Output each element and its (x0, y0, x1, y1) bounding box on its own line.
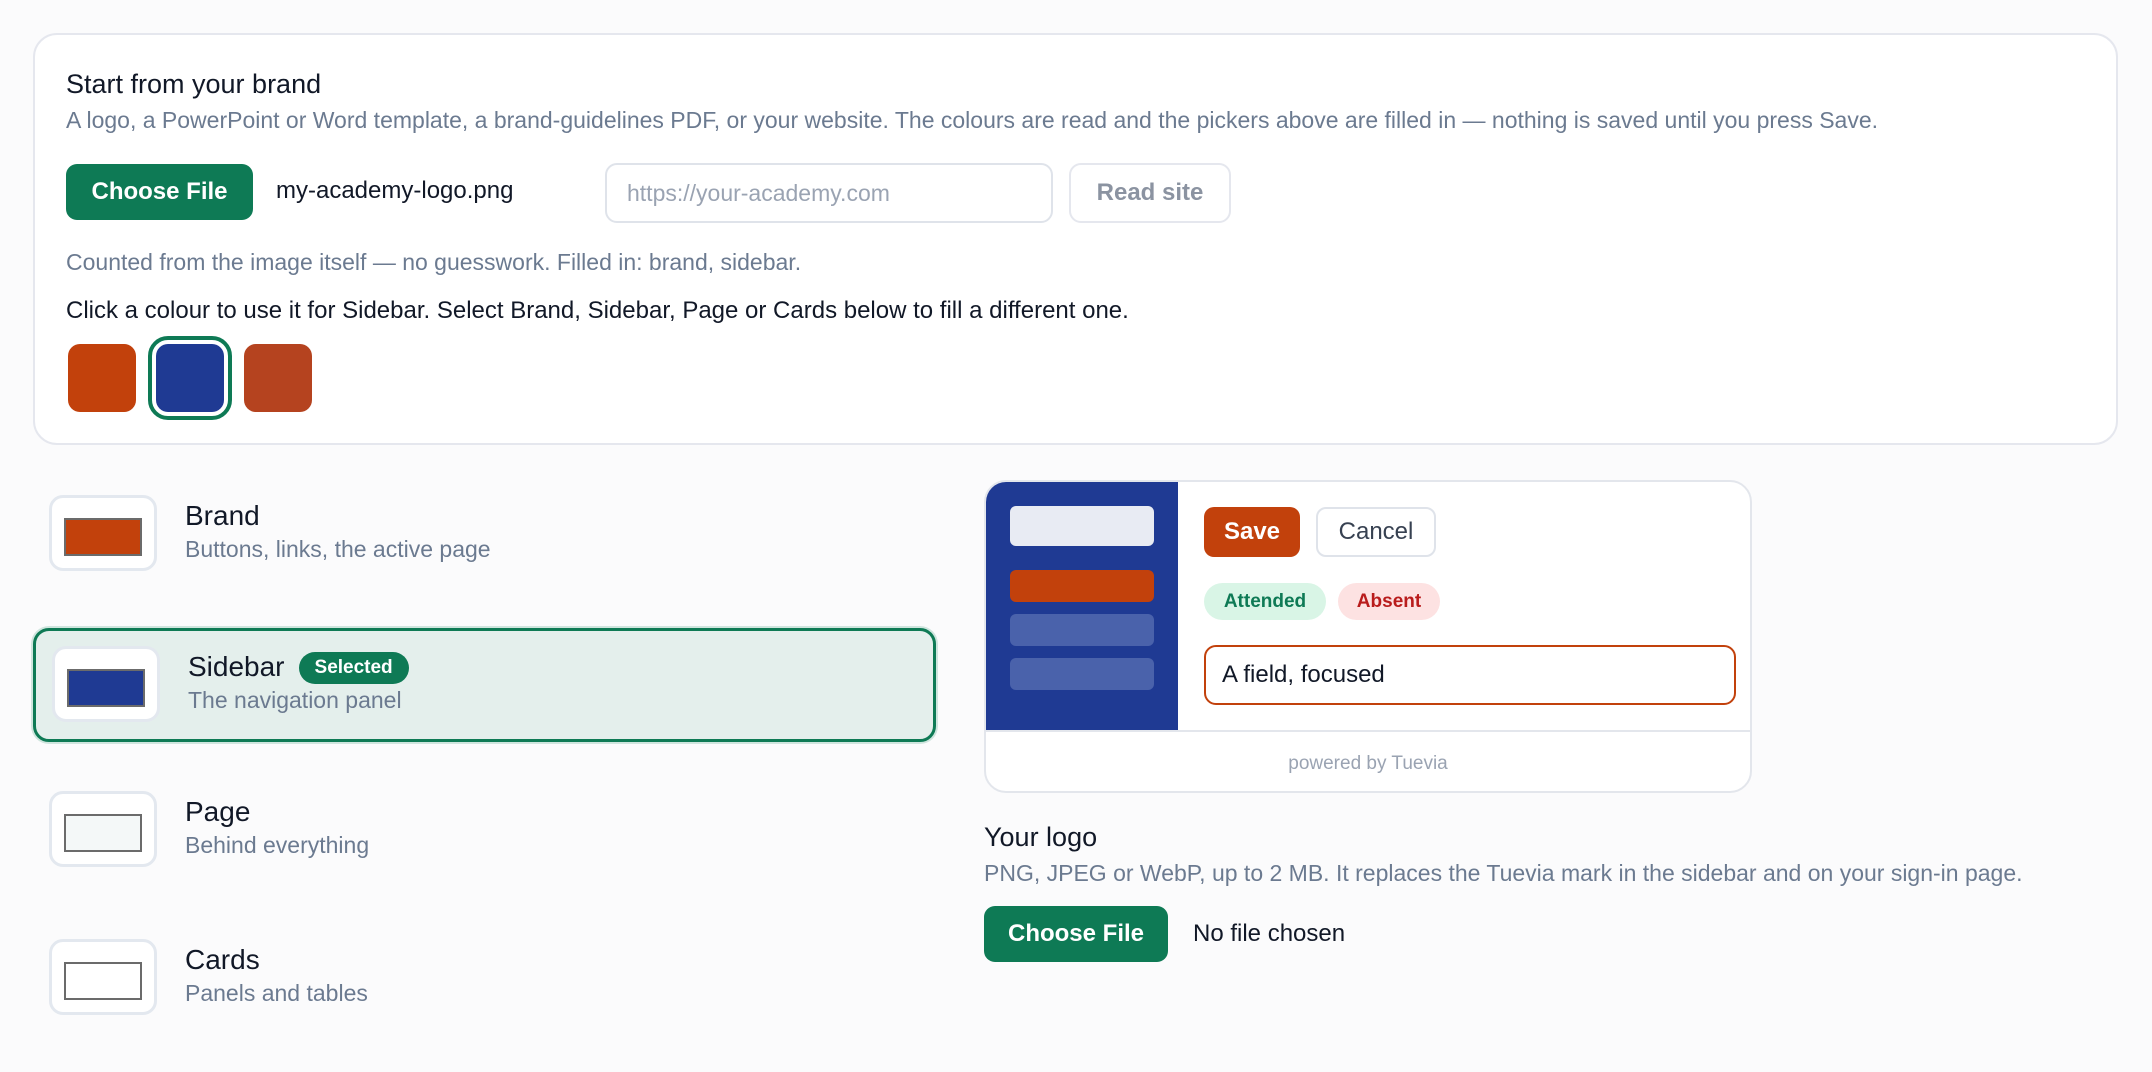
preview-sidebar-logo-placeholder (1010, 506, 1154, 546)
preview-sidebar (986, 482, 1178, 730)
brand-import-description: A logo, a PowerPoint or Word template, a… (66, 107, 1879, 133)
color-target-description: The navigation panel (188, 687, 402, 713)
color-target-title: Brand (185, 500, 260, 532)
preview-attended-badge: Attended (1204, 583, 1326, 620)
website-url-placeholder: https://your-academy.com (627, 179, 890, 206)
color-target-title-text: Brand (185, 500, 260, 531)
preview-sidebar-item (1010, 658, 1154, 690)
color-target-page[interactable]: Page Behind everything (33, 776, 936, 890)
color-preview-chip (49, 495, 157, 571)
choose-file-button[interactable]: Choose File (66, 164, 253, 220)
website-url-input[interactable]: https://your-academy.com (605, 163, 1053, 223)
color-target-title-text: Cards (185, 944, 260, 975)
logo-title: Your logo (984, 822, 1098, 852)
color-target-brand[interactable]: Brand Buttons, links, the active page (33, 480, 936, 594)
color-preview-chip (49, 939, 157, 1015)
color-preview-fill (64, 814, 142, 852)
swatch-instruction: Click a colour to use it for Sidebar. Se… (66, 297, 1129, 324)
logo-description: PNG, JPEG or WebP, up to 2 MB. It replac… (984, 860, 2023, 886)
logo-file-status: No file chosen (1193, 920, 1346, 947)
selected-badge: Selected (298, 652, 409, 684)
color-target-cards[interactable]: Cards Panels and tables (33, 924, 936, 1038)
preview-cancel-button: Cancel (1316, 507, 1436, 557)
color-target-sidebar[interactable]: Sidebar Selected The navigation panel (33, 628, 936, 742)
color-preview-chip (52, 646, 160, 722)
logo-choose-file-button[interactable]: Choose File (984, 906, 1168, 962)
color-preview-chip (49, 791, 157, 867)
color-preview-fill (64, 962, 142, 1000)
color-target-title-text: Sidebar (188, 651, 285, 682)
extraction-status: Counted from the image itself — no guess… (66, 249, 802, 275)
color-target-title: Page (185, 796, 250, 828)
preview-footer: powered by Tuevia (986, 730, 1750, 791)
selected-file-name: my-academy-logo.png (276, 177, 514, 204)
color-target-title: Cards (185, 944, 260, 976)
color-preview-fill (64, 518, 142, 556)
preview-save-button: Save (1204, 507, 1300, 557)
brand-import-card: Start from your brand A logo, a PowerPoi… (33, 33, 2118, 445)
read-site-button[interactable]: Read site (1069, 163, 1231, 223)
preview-sidebar-item (1010, 614, 1154, 646)
brand-import-title: Start from your brand (66, 69, 322, 99)
color-target-description: Behind everything (185, 832, 370, 858)
color-swatch[interactable] (244, 344, 312, 412)
color-target-description: Buttons, links, the active page (185, 536, 491, 562)
color-swatch[interactable] (148, 336, 232, 420)
color-target-description: Panels and tables (185, 980, 368, 1006)
preview-sidebar-active-item (1010, 570, 1154, 602)
theme-preview: Save Cancel Attended Absent A field, foc… (984, 480, 1752, 793)
color-target-title: Sidebar Selected (188, 651, 409, 684)
preview-focused-field: A field, focused (1204, 645, 1736, 705)
preview-absent-badge: Absent (1338, 583, 1440, 620)
color-swatch[interactable] (68, 344, 136, 412)
color-target-title-text: Page (185, 796, 251, 827)
color-preview-fill (67, 669, 145, 707)
